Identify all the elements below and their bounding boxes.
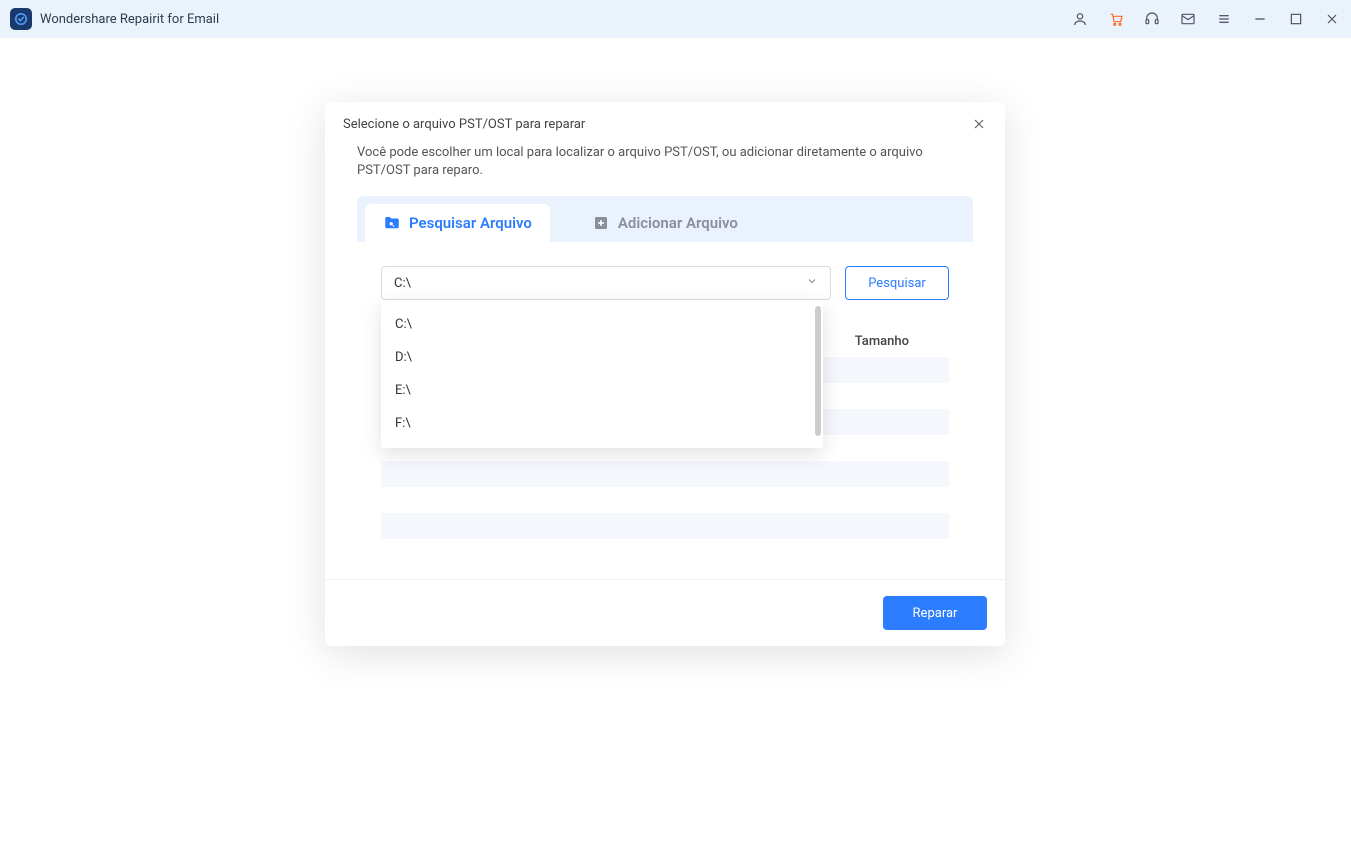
plus-square-icon	[592, 214, 610, 232]
titlebar-left: Wondershare Repairit for Email	[10, 8, 219, 30]
drive-select-value: C:\	[394, 276, 411, 291]
table-row	[381, 513, 949, 539]
user-icon[interactable]	[1071, 10, 1089, 28]
mail-icon[interactable]	[1179, 10, 1197, 28]
drive-option-e[interactable]: E:\	[381, 374, 823, 407]
app-logo	[10, 8, 32, 30]
tab-add-file[interactable]: Adicionar Arquivo	[574, 204, 756, 242]
search-row: C:\ Pesquisar	[381, 266, 949, 300]
drive-option-f[interactable]: F:\	[381, 407, 823, 440]
drive-option-d[interactable]: D:\	[381, 341, 823, 374]
dialog-header: Selecione o arquivo PST/OST para reparar	[325, 102, 1005, 142]
chevron-down-icon	[806, 275, 818, 291]
folder-search-icon	[383, 214, 401, 232]
repair-button[interactable]: Reparar	[883, 596, 987, 630]
titlebar: Wondershare Repairit for Email	[0, 0, 1351, 38]
tab-search-label: Pesquisar Arquivo	[409, 214, 532, 232]
titlebar-right	[1071, 10, 1341, 28]
search-button[interactable]: Pesquisar	[845, 266, 949, 300]
search-button-label: Pesquisar	[868, 276, 926, 291]
dialog-title: Selecione o arquivo PST/OST para reparar	[343, 117, 585, 132]
table-row	[381, 461, 949, 487]
search-panel: C:\ Pesquisar C:\ D:\ E:\ F:\ Tamanho	[357, 242, 973, 549]
tab-search-file[interactable]: Pesquisar Arquivo	[365, 204, 550, 242]
table-row	[381, 487, 949, 513]
tab-area: Pesquisar Arquivo Adicionar Arquivo	[357, 196, 973, 242]
dropdown-scrollbar[interactable]	[815, 306, 821, 436]
menu-icon[interactable]	[1215, 10, 1233, 28]
repair-button-label: Reparar	[913, 606, 958, 621]
drive-select[interactable]: C:\	[381, 266, 831, 300]
dialog-footer: Reparar	[325, 579, 1005, 646]
drive-option-c[interactable]: C:\	[381, 308, 823, 341]
dialog-description: Você pode escolher um local para localiz…	[325, 142, 1005, 196]
tab-add-label: Adicionar Arquivo	[618, 214, 738, 232]
minimize-icon[interactable]	[1251, 10, 1269, 28]
tabs: Pesquisar Arquivo Adicionar Arquivo	[365, 204, 965, 242]
close-icon[interactable]	[1323, 10, 1341, 28]
maximize-icon[interactable]	[1287, 10, 1305, 28]
select-file-dialog: Selecione o arquivo PST/OST para reparar…	[325, 102, 1005, 646]
drive-dropdown: C:\ D:\ E:\ F:\	[381, 300, 823, 448]
app-title: Wondershare Repairit for Email	[40, 12, 219, 27]
dialog-close-button[interactable]	[971, 116, 987, 132]
headset-icon[interactable]	[1143, 10, 1161, 28]
cart-icon[interactable]	[1107, 10, 1125, 28]
